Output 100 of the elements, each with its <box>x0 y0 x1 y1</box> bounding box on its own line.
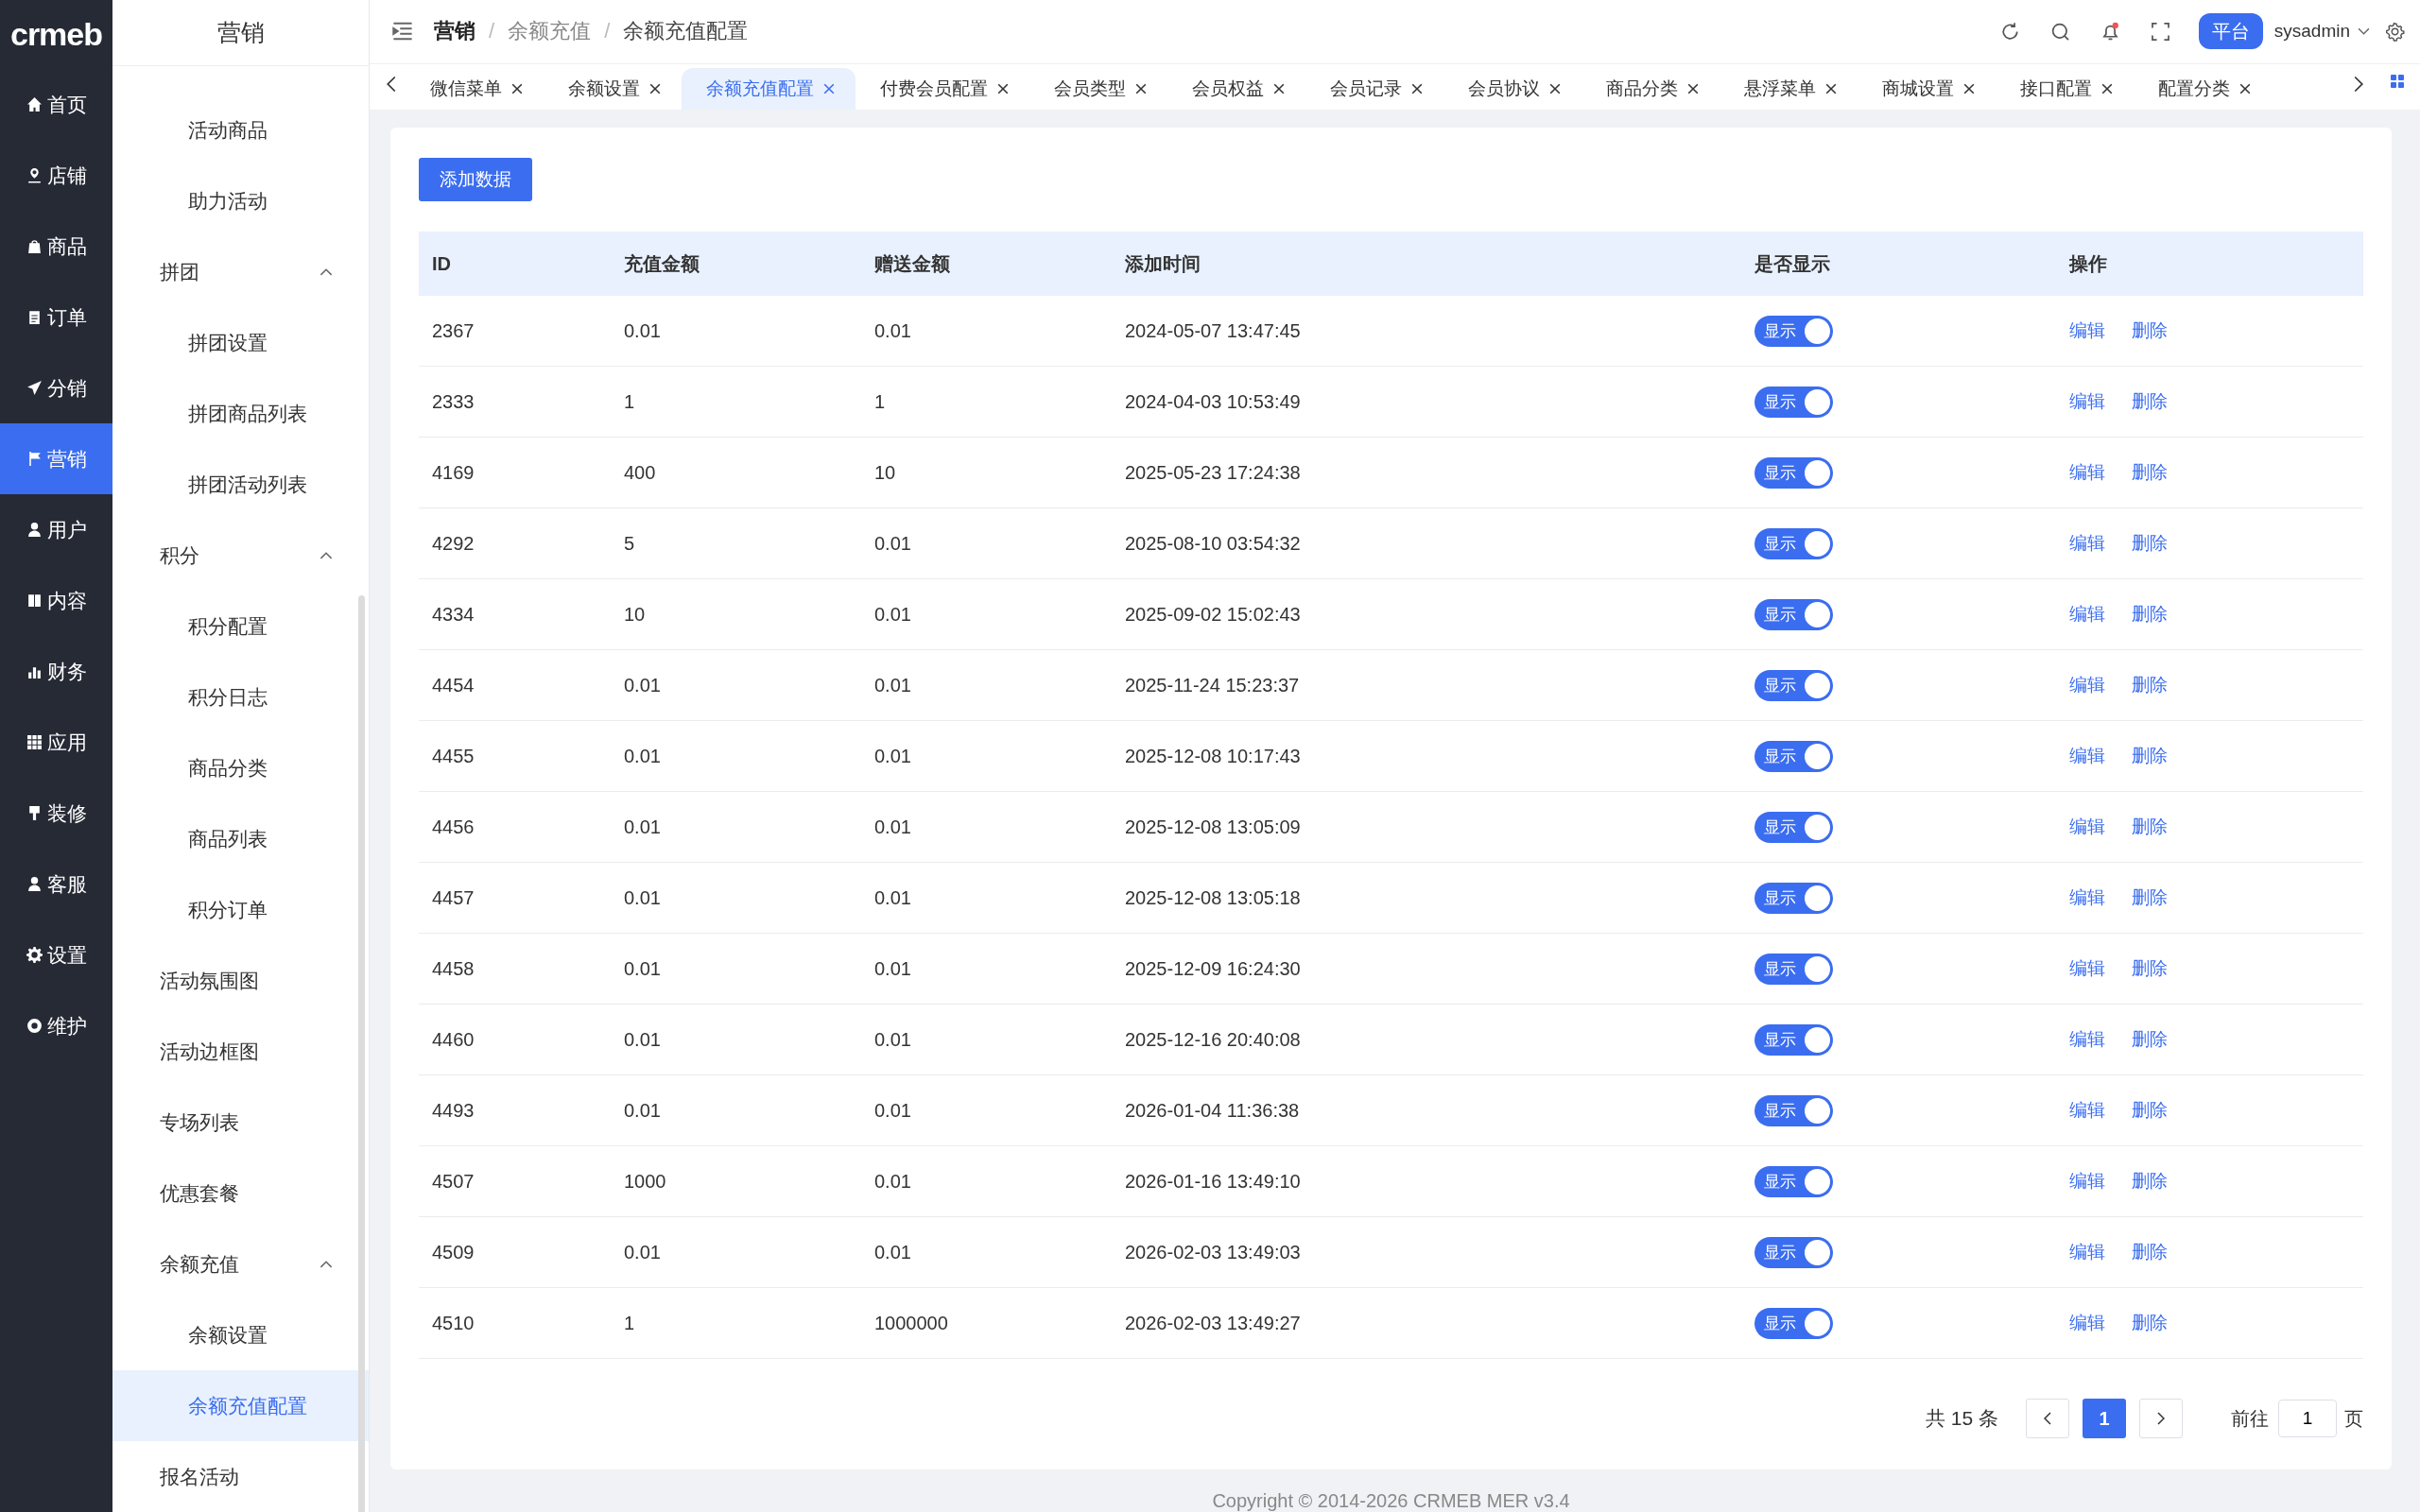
menu-item[interactable]: 报名活动 <box>112 1441 369 1512</box>
toggle-switch[interactable]: 显示 <box>1754 882 1833 914</box>
tab[interactable]: 商品分类 <box>1582 68 1720 110</box>
delete-link[interactable]: 删除 <box>2132 958 2168 978</box>
edit-link[interactable]: 编辑 <box>2069 604 2105 624</box>
breadcrumb-item[interactable]: 余额充值 <box>508 17 592 46</box>
delete-link[interactable]: 删除 <box>2132 1313 2168 1332</box>
rail-item[interactable]: 设置 <box>0 919 112 990</box>
tab[interactable]: 会员类型 <box>1029 68 1167 110</box>
delete-link[interactable]: 删除 <box>2132 1242 2168 1262</box>
rail-item[interactable]: 首页 <box>0 69 112 140</box>
toggle-switch[interactable]: 显示 <box>1754 1023 1833 1056</box>
menu-item[interactable]: 积分订单 <box>112 874 369 945</box>
rail-item[interactable]: 订单 <box>0 282 112 352</box>
settings-icon[interactable] <box>2385 21 2405 42</box>
tab[interactable]: 付费会员配置 <box>856 68 1029 110</box>
rail-item[interactable]: 营销 <box>0 423 112 494</box>
refresh-icon[interactable] <box>1999 21 2020 42</box>
rail-item[interactable]: 店铺 <box>0 140 112 211</box>
rail-item[interactable]: 装修 <box>0 778 112 849</box>
fullscreen-icon[interactable] <box>2150 21 2170 42</box>
scroll-right-icon[interactable] <box>2354 76 2363 93</box>
menu-item[interactable]: 拼团活动列表 <box>112 449 369 520</box>
close-icon[interactable] <box>1135 83 1147 94</box>
logo[interactable]: crmeb <box>0 0 112 69</box>
tab[interactable]: 微信菜单 <box>406 68 544 110</box>
delete-link[interactable]: 删除 <box>2132 391 2168 411</box>
bell-icon[interactable] <box>2100 21 2120 42</box>
tab[interactable]: 余额充值配置 <box>682 68 856 110</box>
rail-item[interactable]: 内容 <box>0 565 112 636</box>
edit-link[interactable]: 编辑 <box>2069 391 2105 411</box>
edit-link[interactable]: 编辑 <box>2069 958 2105 978</box>
menu-item[interactable]: 商品分类 <box>112 732 369 803</box>
rail-item[interactable]: 维护 <box>0 990 112 1061</box>
edit-link[interactable]: 编辑 <box>2069 462 2105 482</box>
menu-item[interactable]: 余额充值 <box>112 1228 369 1299</box>
menu-item[interactable]: 余额设置 <box>112 1299 369 1370</box>
rail-item[interactable]: 商品 <box>0 211 112 282</box>
menu-item[interactable]: 助力活动 <box>112 165 369 236</box>
edit-link[interactable]: 编辑 <box>2069 1100 2105 1120</box>
toggle-switch[interactable]: 显示 <box>1754 811 1833 843</box>
toggle-switch[interactable]: 显示 <box>1754 669 1833 701</box>
close-icon[interactable] <box>997 83 1009 94</box>
close-icon[interactable] <box>1825 83 1837 94</box>
rail-item[interactable]: 应用 <box>0 707 112 778</box>
toggle-switch[interactable]: 显示 <box>1754 1307 1833 1339</box>
rail-item[interactable]: 用户 <box>0 494 112 565</box>
edit-link[interactable]: 编辑 <box>2069 1313 2105 1332</box>
toggle-switch[interactable]: 显示 <box>1754 1165 1833 1197</box>
edit-link[interactable]: 编辑 <box>2069 1242 2105 1262</box>
delete-link[interactable]: 删除 <box>2132 604 2168 624</box>
toggle-switch[interactable]: 显示 <box>1754 598 1833 630</box>
menu-item[interactable]: 活动边框图 <box>112 1016 369 1087</box>
menu-item[interactable]: 活动氛围图 <box>112 945 369 1016</box>
tab[interactable]: 会员协议 <box>1443 68 1582 110</box>
tab[interactable]: 接口配置 <box>1996 68 2134 110</box>
tab[interactable]: 商城设置 <box>1858 68 1996 110</box>
menu-item[interactable]: 积分 <box>112 520 369 591</box>
menu-item[interactable]: 积分日志 <box>112 662 369 732</box>
menu-item[interactable]: 拼团商品列表 <box>112 378 369 449</box>
rail-item[interactable]: 分销 <box>0 352 112 423</box>
menu-item[interactable]: 优惠套餐 <box>112 1158 369 1228</box>
edit-link[interactable]: 编辑 <box>2069 533 2105 553</box>
rail-item[interactable]: 客服 <box>0 849 112 919</box>
delete-link[interactable]: 删除 <box>2132 462 2168 482</box>
menu-item[interactable]: 专场列表 <box>112 1087 369 1158</box>
search-icon[interactable] <box>2049 21 2070 42</box>
edit-link[interactable]: 编辑 <box>2069 816 2105 836</box>
menu-icon[interactable] <box>392 22 413 42</box>
add-button[interactable]: 添加数据 <box>419 158 532 201</box>
grid-icon[interactable] <box>2390 74 2405 89</box>
edit-link[interactable]: 编辑 <box>2069 1029 2105 1049</box>
menu-item[interactable]: 拼团 <box>112 236 369 307</box>
toggle-switch[interactable]: 显示 <box>1754 1094 1833 1126</box>
delete-link[interactable]: 删除 <box>2132 675 2168 695</box>
tab[interactable]: 悬浮菜单 <box>1720 68 1858 110</box>
user-menu[interactable]: sysadmin <box>2273 21 2370 43</box>
delete-link[interactable]: 删除 <box>2132 1029 2168 1049</box>
delete-link[interactable]: 删除 <box>2132 887 2168 907</box>
toggle-switch[interactable]: 显示 <box>1754 456 1833 489</box>
edit-link[interactable]: 编辑 <box>2069 887 2105 907</box>
tab[interactable]: 会员记录 <box>1305 68 1443 110</box>
page-input-field[interactable]: 1 <box>2278 1400 2337 1437</box>
delete-link[interactable]: 删除 <box>2132 746 2168 765</box>
page-button[interactable]: 1 <box>2083 1399 2126 1438</box>
toggle-switch[interactable]: 显示 <box>1754 315 1833 347</box>
breadcrumb-item[interactable]: 营销 <box>434 17 475 46</box>
close-icon[interactable] <box>1273 83 1285 94</box>
delete-link[interactable]: 删除 <box>2132 1171 2168 1191</box>
edit-link[interactable]: 编辑 <box>2069 1171 2105 1191</box>
delete-link[interactable]: 删除 <box>2132 816 2168 836</box>
close-icon[interactable] <box>1963 83 1975 94</box>
tab[interactable]: 会员权益 <box>1167 68 1305 110</box>
scrollbar[interactable] <box>358 595 365 1512</box>
delete-link[interactable]: 删除 <box>2132 1100 2168 1120</box>
close-icon[interactable] <box>511 83 523 94</box>
toggle-switch[interactable]: 显示 <box>1754 527 1833 559</box>
menu-item[interactable]: 余额充值配置 <box>112 1370 369 1441</box>
delete-link[interactable]: 删除 <box>2132 320 2168 340</box>
close-icon[interactable] <box>1411 83 1423 94</box>
